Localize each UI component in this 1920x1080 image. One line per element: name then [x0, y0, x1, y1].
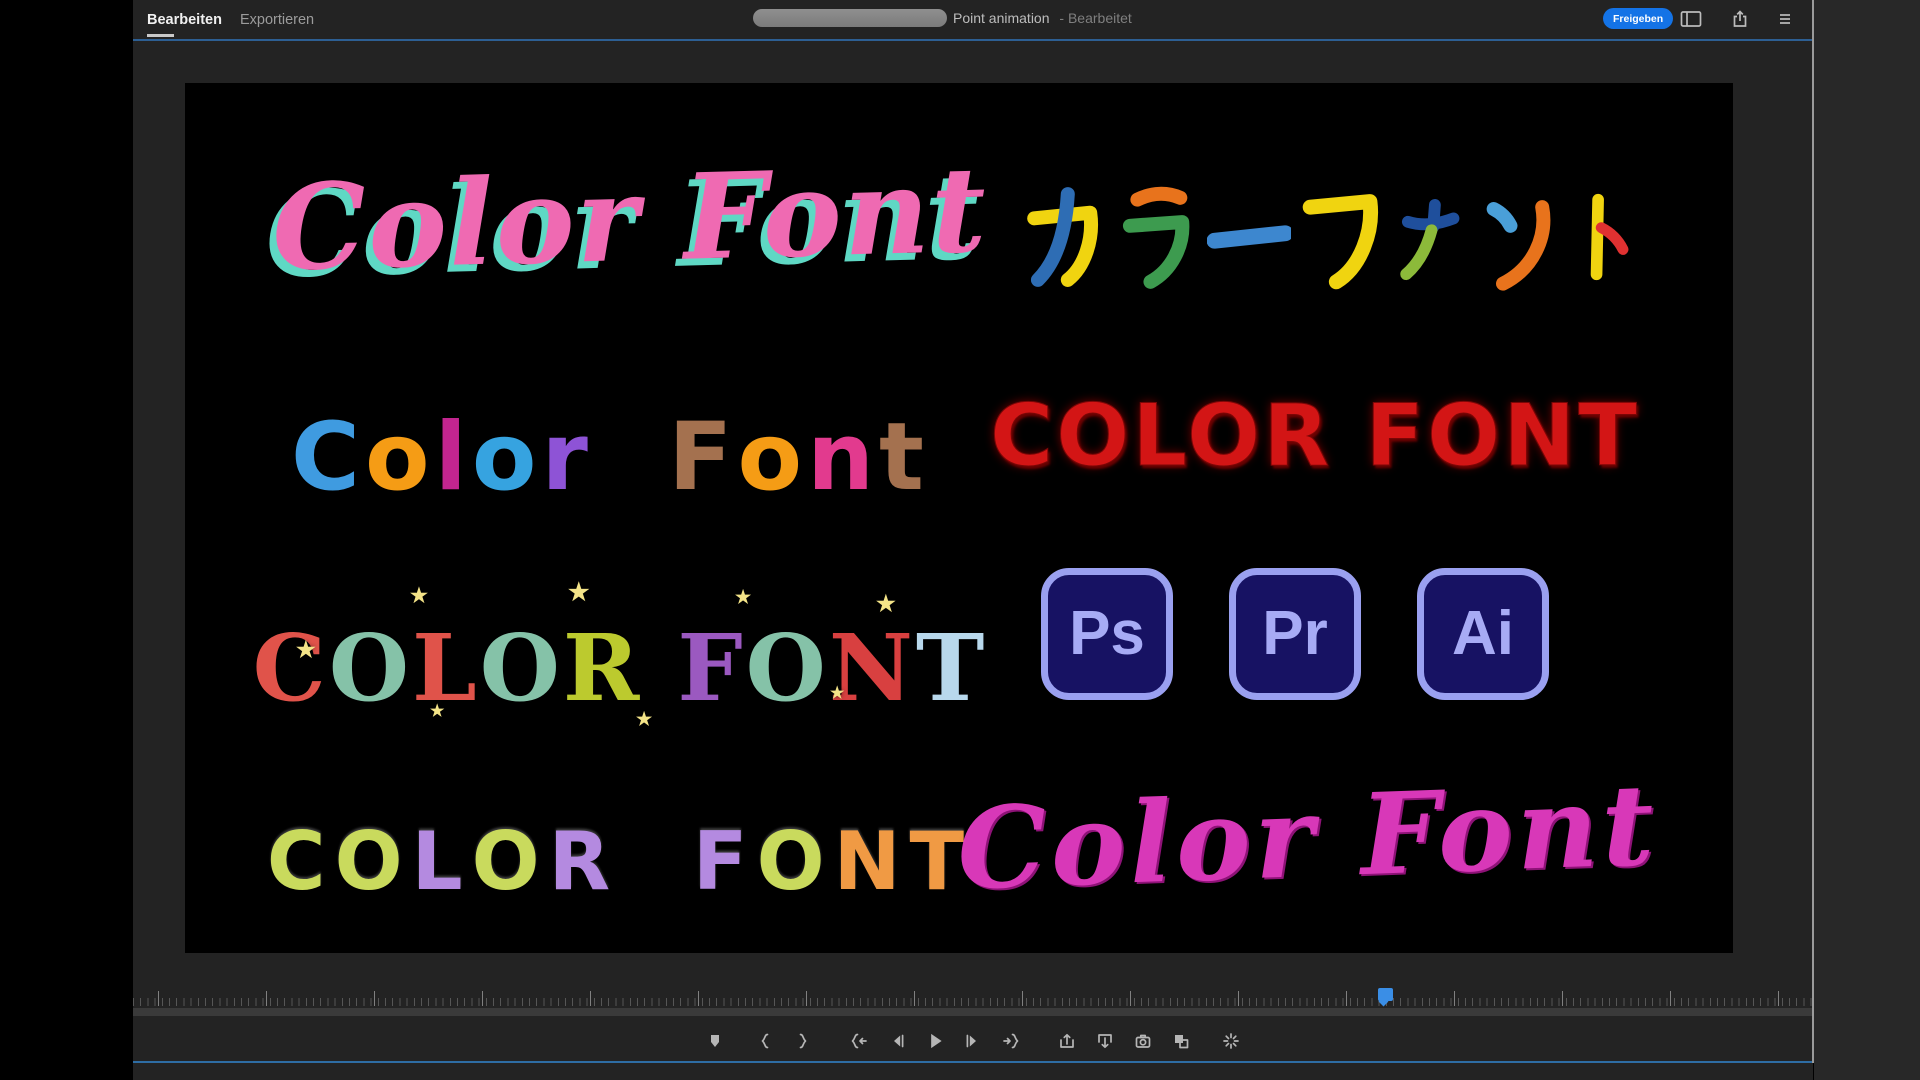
- kana-fu: [1299, 181, 1383, 293]
- kana-dash: [1207, 181, 1291, 293]
- sample-katakana: [1000, 168, 1660, 293]
- sample-red-glitter: COLOR FONT: [1000, 383, 1630, 488]
- sample-puffy-balloon: COLOR FONT: [310, 811, 930, 911]
- project-status: - Bearbeitet: [1059, 10, 1131, 26]
- project-name: Point animation: [953, 10, 1050, 26]
- project-title: Point animation - Bearbeitet: [953, 10, 1132, 26]
- program-monitor-canvas: Color Font: [185, 83, 1733, 953]
- sample-festive-multicolor: COLOR FONT ★ ★ ★ ★ ★ ★ ★ ★: [310, 603, 930, 733]
- comparison-view-icon[interactable]: [1168, 1028, 1194, 1054]
- lift-icon[interactable]: [1054, 1028, 1080, 1054]
- step-forward-icon[interactable]: [960, 1028, 986, 1054]
- share-export-icon[interactable]: [1728, 8, 1752, 30]
- star-icon: ★: [735, 587, 754, 608]
- kana-ka: [1023, 181, 1107, 293]
- transport-controls: [133, 1024, 1813, 1058]
- star-icon: ★: [410, 583, 431, 607]
- playhead-marker[interactable]: [1378, 988, 1393, 1001]
- menu-icon[interactable]: [1773, 8, 1797, 30]
- festive-text: COLOR FONT: [253, 614, 988, 722]
- screen: Bearbeiten Exportieren Point animation -…: [0, 0, 1920, 1080]
- star-icon: ★: [830, 683, 847, 702]
- kana-small-o: [1391, 181, 1467, 293]
- timeline-scroll-track[interactable]: [133, 1008, 1813, 1016]
- star-icon: ★: [636, 709, 655, 730]
- header-bar: Bearbeiten Exportieren Point animation -…: [133, 0, 1813, 39]
- add-marker-icon[interactable]: [702, 1028, 728, 1054]
- step-back-icon[interactable]: [884, 1028, 910, 1054]
- star-icon: ★: [876, 591, 899, 617]
- mark-in-icon[interactable]: [752, 1028, 778, 1054]
- desktop-right-margin: [1814, 0, 1920, 1080]
- kana-ra: [1115, 181, 1199, 293]
- star-icon: ★: [296, 637, 319, 663]
- kana-n: [1475, 181, 1559, 293]
- tab-bearbeiten[interactable]: Bearbeiten: [145, 2, 224, 38]
- workspace-panel-icon[interactable]: [1679, 8, 1703, 30]
- go-to-out-icon[interactable]: [998, 1028, 1024, 1054]
- illustrator-icon: Ai: [1417, 568, 1549, 700]
- header-divider-line: [133, 39, 1813, 41]
- go-to-in-icon[interactable]: [846, 1028, 872, 1054]
- kana-to: [1567, 181, 1637, 293]
- star-icon: ★: [568, 577, 593, 606]
- sample-script-pink: Color Font: [278, 109, 983, 327]
- timeline-ruler[interactable]: [133, 986, 1813, 1016]
- export-frame-icon[interactable]: [1130, 1028, 1156, 1054]
- play-icon[interactable]: [922, 1028, 948, 1054]
- workspace-tabs: Bearbeiten Exportieren: [145, 0, 316, 39]
- tab-exportieren[interactable]: Exportieren: [238, 2, 316, 38]
- sample-rounded-multicolor: Color Font: [300, 405, 920, 510]
- ruler-minor-ticks: [133, 998, 1813, 1006]
- sample-adobe-icons: Ps Pr Ai: [1030, 561, 1560, 706]
- extract-icon[interactable]: [1092, 1028, 1118, 1054]
- freigeben-button[interactable]: Freigeben: [1603, 8, 1673, 29]
- star-icon: ★: [430, 701, 447, 720]
- premiere-icon: Pr: [1229, 568, 1361, 700]
- mark-out-icon[interactable]: [790, 1028, 816, 1054]
- photoshop-icon: Ps: [1041, 568, 1173, 700]
- button-editor-icon[interactable]: [1218, 1028, 1244, 1054]
- bottom-divider-line: [133, 1061, 1813, 1063]
- premiere-window: Bearbeiten Exportieren Point animation -…: [133, 0, 1813, 1080]
- blurred-project-pill: [753, 9, 947, 27]
- sample-script-magenta: Color Font: [1032, 746, 1582, 930]
